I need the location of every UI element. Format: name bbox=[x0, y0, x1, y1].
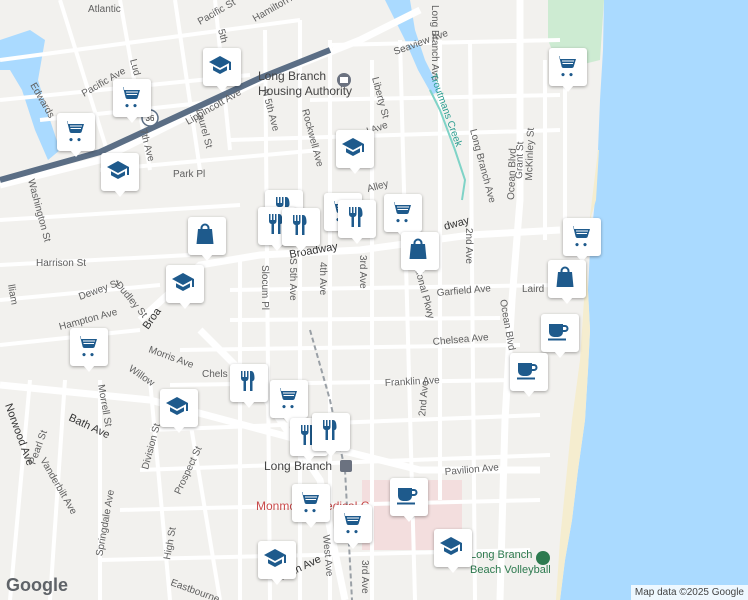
map-marker[interactable] bbox=[541, 314, 579, 358]
street-label-third-s: 3rd Ave bbox=[359, 560, 370, 594]
map-marker[interactable] bbox=[549, 48, 587, 92]
grocery-cart-icon bbox=[118, 84, 142, 108]
map-marker[interactable] bbox=[203, 48, 241, 92]
grocery-cart-icon bbox=[62, 118, 86, 142]
grocery-cart-icon bbox=[554, 53, 578, 77]
map-marker[interactable] bbox=[188, 217, 226, 261]
shopping-bag-icon bbox=[406, 237, 430, 261]
map-marker[interactable] bbox=[57, 113, 95, 157]
street-label-fourth: 4th Ave bbox=[317, 262, 328, 296]
grocery-cart-icon bbox=[339, 510, 363, 534]
map-marker[interactable] bbox=[160, 389, 198, 433]
map-marker[interactable] bbox=[401, 232, 439, 276]
park-icon bbox=[536, 551, 550, 565]
shopping-bag-icon bbox=[553, 265, 577, 289]
school-icon bbox=[208, 53, 232, 77]
grocery-cart-icon bbox=[568, 223, 592, 247]
school-icon bbox=[165, 394, 189, 418]
school-icon bbox=[263, 546, 287, 570]
map-marker[interactable] bbox=[548, 260, 586, 304]
street-label-s5th: S 5th Ave bbox=[287, 258, 298, 301]
map-marker[interactable] bbox=[113, 79, 151, 123]
map-marker[interactable] bbox=[101, 153, 139, 197]
grocery-cart-icon bbox=[389, 199, 413, 223]
housing-authority-label-1: Long Branch bbox=[258, 69, 326, 83]
map-marker[interactable] bbox=[70, 328, 108, 372]
map-marker[interactable] bbox=[230, 364, 268, 408]
street-label-park-pl: Park Pl bbox=[173, 169, 205, 180]
grocery-cart-icon bbox=[275, 385, 299, 409]
map-marker[interactable] bbox=[390, 478, 428, 522]
street-label-long-branch-ave-n: Long Branch Ave bbox=[429, 5, 440, 81]
street-label-chelsea-w: Chels bbox=[202, 369, 228, 380]
map-marker[interactable] bbox=[563, 218, 601, 262]
restaurant-icon bbox=[343, 205, 367, 229]
street-label-slocum: Slocum Pl bbox=[259, 265, 270, 310]
google-logo[interactable]: Google bbox=[6, 575, 68, 596]
grocery-cart-icon bbox=[297, 489, 321, 513]
train-icon bbox=[340, 460, 352, 472]
map-marker[interactable] bbox=[384, 194, 422, 238]
cafe-icon bbox=[515, 358, 539, 382]
housing-authority-label-2: Housing Authority bbox=[258, 84, 352, 98]
shopping-bag-icon bbox=[193, 222, 217, 246]
school-icon bbox=[171, 270, 195, 294]
street-label-second: 2nd Ave bbox=[463, 228, 474, 264]
restaurant-icon bbox=[235, 369, 259, 393]
map-marker[interactable] bbox=[334, 505, 372, 549]
map-marker[interactable] bbox=[282, 208, 320, 252]
cafe-icon bbox=[395, 483, 419, 507]
beach-volleyball-label-1: Long Branch bbox=[470, 549, 532, 561]
school-icon bbox=[341, 135, 365, 159]
map-marker[interactable] bbox=[166, 265, 204, 309]
station-label: Long Branch bbox=[264, 459, 332, 473]
map-marker[interactable] bbox=[292, 484, 330, 528]
map-marker[interactable] bbox=[270, 380, 308, 424]
street-label-harrison: Harrison St bbox=[36, 258, 86, 269]
school-icon bbox=[106, 158, 130, 182]
government-icon-building bbox=[340, 77, 348, 83]
map-marker[interactable] bbox=[338, 200, 376, 244]
cafe-icon bbox=[546, 319, 570, 343]
map-marker[interactable] bbox=[312, 413, 350, 457]
map-marker[interactable] bbox=[434, 529, 472, 573]
street-label-atlantic: Atlantic bbox=[88, 4, 121, 15]
map-marker[interactable] bbox=[336, 130, 374, 174]
beach-volleyball-label-2: Beach Volleyball bbox=[470, 564, 551, 576]
restaurant-icon bbox=[317, 418, 341, 442]
grocery-cart-icon bbox=[75, 333, 99, 357]
map-attribution[interactable]: Map data ©2025 Google bbox=[630, 585, 748, 600]
restaurant-icon bbox=[287, 213, 311, 237]
school-icon bbox=[439, 534, 463, 558]
map-marker[interactable] bbox=[510, 353, 548, 397]
street-label-mckinley: McKinley St bbox=[524, 127, 537, 180]
street-label-laird: Laird bbox=[522, 284, 544, 295]
map-marker[interactable] bbox=[258, 541, 296, 585]
street-label-third: 3rd Ave bbox=[357, 255, 368, 289]
